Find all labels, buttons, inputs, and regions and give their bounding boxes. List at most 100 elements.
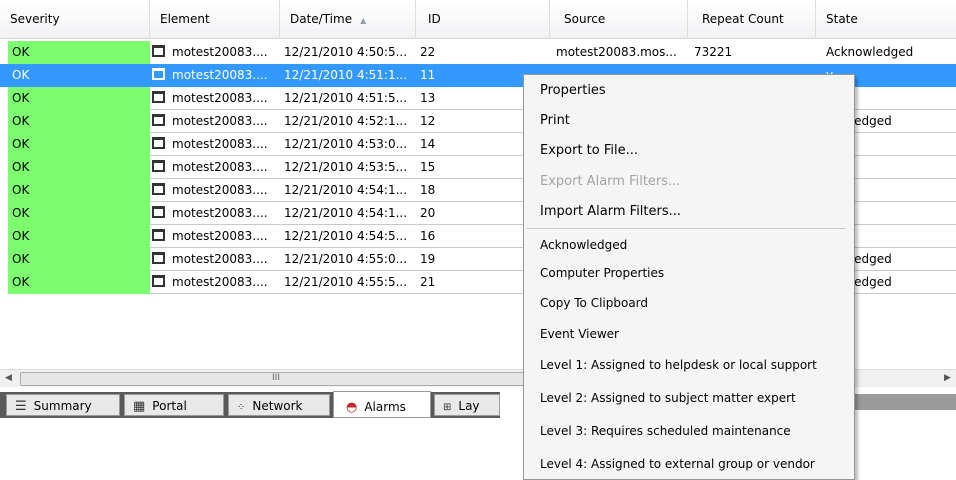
tab-network[interactable]: ⁘ Network: [228, 394, 330, 416]
datetime-cell: 12/21/2010 4:53:5...: [284, 160, 408, 174]
computer-icon: [152, 160, 165, 172]
computer-icon: [152, 137, 165, 149]
context-menu: Properties Print Export to File... Expor…: [523, 74, 855, 480]
menu-separator: [527, 228, 846, 229]
column-header-source[interactable]: Source: [550, 0, 688, 38]
column-header-source-label: Source: [564, 12, 606, 26]
menu-item-level-4[interactable]: Level 4: Assigned to external group or v…: [540, 457, 815, 471]
menu-item-computer-properties[interactable]: Computer Properties: [540, 266, 664, 280]
severity-cell: OK: [8, 110, 150, 133]
id-cell: 12: [420, 114, 436, 128]
datetime-cell: 12/21/2010 4:55:5...: [284, 275, 408, 289]
column-header-id[interactable]: ID: [416, 0, 550, 38]
menu-item-copy-to-clipboard[interactable]: Copy To Clipboard: [540, 296, 648, 310]
tab-bar-filler: [840, 394, 956, 410]
column-header-state[interactable]: State: [816, 0, 956, 38]
id-cell: 18: [420, 183, 436, 197]
grid-icon: ▦: [133, 399, 146, 414]
element-cell: motest20083....: [152, 156, 280, 179]
tab-layout[interactable]: ⊞ Lay: [434, 394, 500, 416]
scrollbar-thumb[interactable]: III: [20, 372, 532, 386]
table-row[interactable]: OK motest20083.... 12/21/2010 4:50:5... 22 m…: [0, 41, 956, 64]
computer-icon: [152, 68, 165, 80]
computer-icon: [152, 206, 165, 218]
datetime-cell: 12/21/2010 4:55:0...: [284, 252, 408, 266]
tab-alarms[interactable]: ◓ Alarms: [333, 391, 431, 418]
datetime-cell: 12/21/2010 4:50:5...: [284, 45, 408, 59]
id-cell: 19: [420, 252, 436, 266]
id-cell: 22: [420, 45, 436, 59]
id-cell: 11: [420, 68, 436, 82]
element-cell: motest20083....: [152, 64, 280, 87]
id-cell: 21: [420, 275, 436, 289]
element-cell: motest20083....: [152, 110, 280, 133]
element-name: motest20083....: [172, 275, 268, 289]
scrollbar-grip: III: [272, 373, 280, 383]
severity-cell: OK: [8, 179, 150, 202]
scroll-right-icon[interactable]: ▶: [939, 370, 956, 387]
menu-item-event-viewer[interactable]: Event Viewer: [540, 327, 619, 341]
severity-cell: OK: [8, 225, 150, 248]
severity-cell: OK: [8, 202, 150, 225]
column-header-repeat-count[interactable]: Repeat Count: [688, 0, 816, 38]
computer-icon: [152, 275, 165, 287]
column-header-severity[interactable]: Severity: [0, 0, 150, 38]
datetime-cell: 12/21/2010 4:54:5...: [284, 229, 408, 243]
menu-item-acknowledged[interactable]: Acknowledged: [540, 238, 627, 252]
sort-ascending-icon: ▲: [360, 16, 367, 25]
tab-alarms-label: Alarms: [364, 400, 406, 414]
id-cell: 16: [420, 229, 436, 243]
element-name: motest20083....: [172, 114, 268, 128]
element-name: motest20083....: [172, 229, 268, 243]
severity-cell: OK: [8, 133, 150, 156]
datetime-cell: 12/21/2010 4:54:1...: [284, 206, 408, 220]
menu-item-export-to-file[interactable]: Export to File...: [540, 143, 638, 158]
datetime-cell: 12/21/2010 4:51:5...: [284, 91, 408, 105]
element-cell: motest20083....: [152, 271, 280, 294]
column-header-severity-label: Severity: [10, 12, 60, 26]
severity-cell: OK: [8, 41, 150, 64]
tab-portal[interactable]: ▦ Portal: [124, 394, 224, 416]
tab-portal-label: Portal: [152, 399, 187, 413]
alarm-icon: ◓: [346, 400, 358, 415]
element-cell: motest20083....: [152, 179, 280, 202]
column-header-state-label: State: [826, 12, 858, 26]
tab-summary[interactable]: ☰ Summary: [6, 394, 120, 416]
datetime-cell: 12/21/2010 4:53:0...: [284, 137, 408, 151]
severity-cell: OK: [8, 271, 150, 294]
state-cell: Acknowledged: [826, 45, 914, 59]
id-cell: 15: [420, 160, 436, 174]
column-header-datetime-label: Date/Time: [290, 12, 353, 26]
column-header-repeat-label: Repeat Count: [702, 12, 784, 26]
computer-icon: [152, 183, 165, 195]
tab-summary-label: Summary: [33, 399, 92, 413]
list-icon: ☰: [15, 399, 27, 414]
menu-item-print[interactable]: Print: [540, 113, 570, 128]
source-cell: motest20083.mos...: [556, 45, 677, 59]
element-cell: motest20083....: [152, 248, 280, 271]
element-name: motest20083....: [172, 206, 268, 220]
element-cell: motest20083....: [152, 133, 280, 156]
column-header-datetime[interactable]: Date/Time ▲: [280, 0, 416, 38]
scroll-left-icon[interactable]: ◀: [0, 370, 17, 387]
column-header-element[interactable]: Element: [150, 0, 280, 38]
datetime-cell: 12/21/2010 4:52:1...: [284, 114, 408, 128]
grid-header: Severity Element Date/Time ▲ ID Source Re…: [0, 0, 956, 39]
menu-item-properties[interactable]: Properties: [540, 83, 606, 98]
element-name: motest20083....: [172, 137, 268, 151]
computer-icon: [152, 229, 165, 241]
element-cell: motest20083....: [152, 87, 280, 110]
severity-cell: OK: [8, 248, 150, 271]
menu-item-import-alarm-filters[interactable]: Import Alarm Filters...: [540, 204, 681, 219]
element-name: motest20083....: [172, 183, 268, 197]
element-name: motest20083....: [172, 68, 268, 82]
menu-item-level-2[interactable]: Level 2: Assigned to subject matter expe…: [540, 391, 796, 405]
menu-item-level-3[interactable]: Level 3: Requires scheduled maintenance: [540, 424, 791, 438]
id-cell: 20: [420, 206, 436, 220]
layout-icon: ⊞: [443, 402, 452, 413]
computer-icon: [152, 114, 165, 126]
menu-item-level-1[interactable]: Level 1: Assigned to helpdesk or local s…: [540, 358, 817, 372]
column-header-element-label: Element: [160, 12, 210, 26]
menu-item-export-alarm-filters: Export Alarm Filters...: [540, 174, 681, 189]
network-icon: ⁘: [237, 402, 246, 413]
